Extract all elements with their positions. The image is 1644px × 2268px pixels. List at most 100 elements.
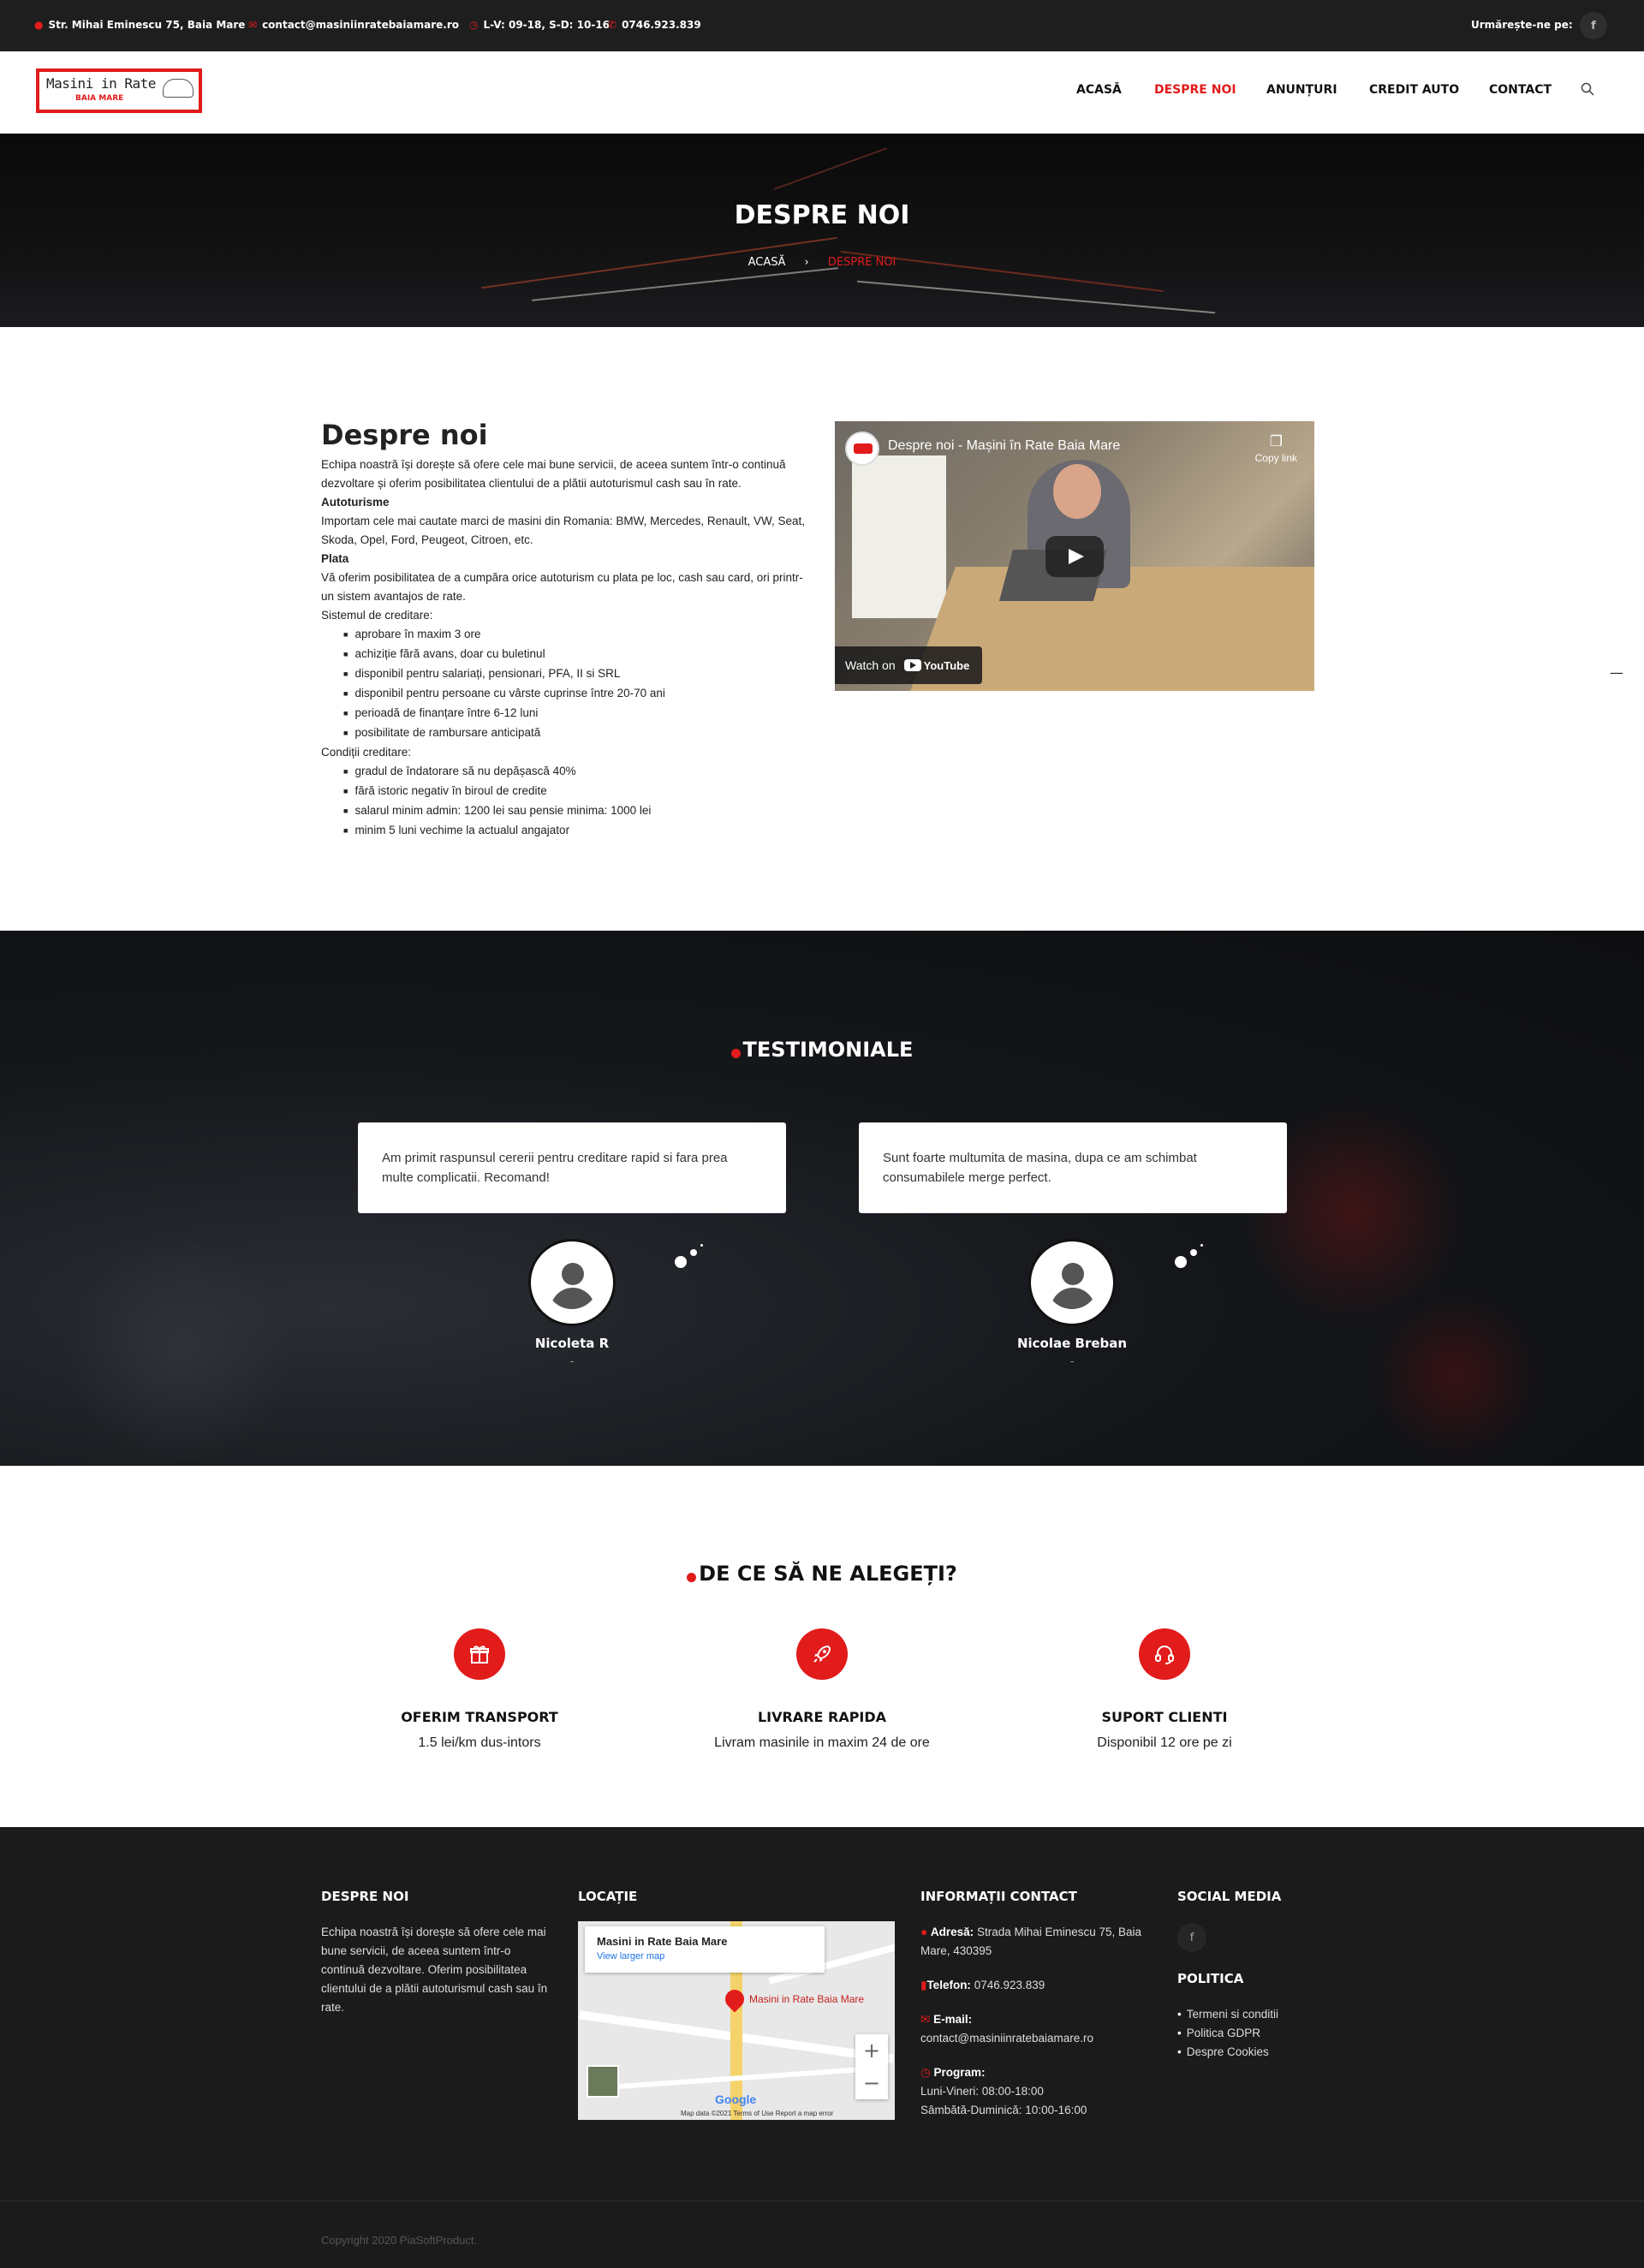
search-icon[interactable] [1581,82,1594,96]
envelope-icon: ✉ [920,2013,934,2026]
location-pin-icon: ● [920,1926,931,1938]
testimonial-name: Nicolae Breban [1016,1336,1128,1351]
credit-system-list: aprobare în maxim 3 ore achiziție fără a… [321,625,813,743]
footer-contact-title: INFORMAȚII CONTACT [920,1889,1077,1904]
video-title[interactable]: Despre noi - Mașini în Rate Baia Mare [888,438,1120,454]
feature-title: OFERIM TRANSPORT [401,1709,558,1725]
feature-text: 1.5 lei/km dus-intors [418,1735,541,1750]
credit-conditions-title: Condiții creditare: [321,746,412,759]
watch-on-youtube-button[interactable]: Watch on YouTube [835,646,982,684]
envelope-icon: ✉ [248,19,258,31]
policy-link[interactable]: Despre Cookies [1177,2043,1349,2062]
topbar-email-text[interactable]: contact@masiniinratebaiamare.ro [262,19,459,31]
topbar-address-text: Str. Mihai Eminescu 75, Baia Mare [48,19,246,31]
program-label: Program: [933,2066,986,2079]
copyright: Copyright 2020 PiaSoftProduct. [321,2234,478,2247]
rocket-icon [796,1628,848,1680]
topbar-phone-text[interactable]: 0746.923.839 [622,19,701,31]
footer-contact: INFORMAȚII CONTACT ● Adresă: Strada Miha… [920,1889,1143,2120]
topbar-email[interactable]: ✉ contact@masiniinratebaiamare.ro [248,19,459,31]
breadcrumb-home[interactable]: ACASĂ [748,256,786,269]
testimonial-card: Am primit raspunsul cererii pentru credi… [358,1122,786,1213]
site-logo[interactable]: Masini in Rate BAIA MARE [36,68,202,113]
footer-divider [0,2200,1644,2201]
why-us-section: DE CE SĂ NE ALEGEȚI? OFERIM TRANSPORT 1.… [0,1466,1644,1827]
header: Masini in Rate BAIA MARE ACASĂ DESPRE NO… [0,51,1644,134]
nav-credit-auto[interactable]: CREDIT AUTO [1369,83,1459,97]
car-icon [163,79,194,98]
nav-contact[interactable]: CONTACT [1489,83,1552,97]
view-larger-map-link[interactable]: View larger map [597,1951,813,1961]
list-item: fără istoric negativ în biroul de credit… [343,782,813,801]
feature-card: LIVRARE RAPIDA Livram masinile in maxim … [668,1628,976,1751]
chevron-right-icon: › [804,256,809,269]
breadcrumb: ACASĂ › DESPRE NOI [0,256,1644,269]
facebook-icon[interactable]: f [1580,12,1607,39]
topbar-address: ● Str. Mihai Eminescu 75, Baia Mare [34,19,245,31]
google-logo: Google [715,2092,757,2106]
map-place-name: Masini in Rate Baia Mare [597,1935,728,1948]
zoom-out-button[interactable]: − [855,2067,888,2099]
side-panel-toggle[interactable]: — [1606,664,1627,682]
feature-text: Livram masinile in maxim 24 de ore [714,1735,930,1750]
channel-avatar[interactable] [845,432,879,466]
about-heading: Despre noi [321,419,488,451]
footer-about-title: DESPRE NOI [321,1889,409,1904]
policy-link[interactable]: Politica GDPR [1177,2024,1349,2043]
satellite-toggle[interactable] [587,2065,619,2098]
user-icon [545,1256,599,1309]
zoom-in-button[interactable]: + [855,2034,888,2067]
topbar-hours-text: L-V: 09-18, S-D: 10-16 [483,19,611,31]
credit-system-title: Sistemul de creditare: [321,609,433,622]
testimonials-section: TESTIMONIALE Am primit raspunsul cererii… [0,931,1644,1466]
page-hero: DESPRE NOI ACASĂ › DESPRE NOI [0,134,1644,327]
policy-link[interactable]: Termeni si conditii [1177,2005,1349,2024]
top-bar: ● Str. Mihai Eminescu 75, Baia Mare ✉ co… [0,0,1644,51]
map-zoom-controls: + − [855,2034,888,2099]
testimonials-title: TESTIMONIALE [0,1038,1644,1062]
footer-phone: ▮Telefon: 0746.923.839 [920,1976,1143,1995]
about-section: Despre noi Echipa noastră își dorește să… [321,418,813,841]
youtube-icon [903,659,921,671]
follow-label: Urmărește-ne pe: [1471,19,1573,31]
phone-label: Telefon: [926,1979,971,1991]
topbar-phone[interactable]: ✆ 0746.923.839 [608,19,701,31]
nav-acasa[interactable]: ACASĂ [1076,83,1122,97]
address-label: Adresă: [930,1926,974,1938]
footer: DESPRE NOI Echipa noastră își dorește să… [0,1827,1644,2268]
program-weekend: Sâmbătă-Duminică: 10:00-16:00 [920,2104,1087,2116]
map-attribution[interactable]: Map data ©2021 Terms of Use Report a map… [681,2110,833,2117]
map-pin-icon[interactable] [721,1985,748,2013]
footer-about-text: Echipa noastră își dorește să ofere cele… [321,1926,548,2014]
feature-text: Disponibil 12 ore pe zi [1097,1735,1232,1750]
about-intro: Echipa noastră își dorește să ofere cele… [321,458,786,490]
testimonial-role: - [1069,1355,1075,1367]
feature-title: LIVRARE RAPIDA [757,1709,887,1725]
cars-text: Importam cele mai cautate marci de masin… [321,515,805,546]
clock-icon: ◷ [920,2066,934,2079]
email-value[interactable]: contact@masiniinratebaiamare.ro [920,2032,1093,2045]
play-button[interactable] [1045,536,1104,577]
headset-icon [1139,1628,1190,1680]
facebook-icon[interactable]: f [1177,1923,1206,1952]
pay-title: Plata [321,552,349,565]
feature-card: OFERIM TRANSPORT 1.5 lei/km dus-intors [325,1628,634,1751]
phone-value[interactable]: 0746.923.839 [974,1979,1045,1991]
list-item: salarul minim admin: 1200 lei sau pensie… [343,801,813,821]
testimonial-text: Sunt foarte multumita de masina, dupa ce… [883,1151,1197,1185]
map-pin-label[interactable]: Masini in Rate Baia Mare [749,1993,864,2005]
testimonial-card: Sunt foarte multumita de masina, dupa ce… [859,1122,1287,1213]
testimonials-title-text: TESTIMONIALE [742,1038,914,1062]
avatar [1028,1239,1116,1326]
nav-anunturi[interactable]: ANUNȚURI [1266,83,1337,97]
footer-email: ✉ E-mail: contact@masiniinratebaiamare.ro [920,2010,1143,2048]
footer-location-title: LOCAȚIE [578,1889,638,1904]
google-map[interactable]: Masini in Rate Baia Mare View larger map… [578,1921,895,2120]
nav-despre-noi[interactable]: DESPRE NOI [1154,83,1236,97]
list-item: minim 5 luni vechime la actualul angajat… [343,821,813,841]
copy-link-button[interactable]: ❐ Copy link [1255,433,1297,464]
youtube-video-embed[interactable]: Despre noi - Mașini în Rate Baia Mare ❐ … [835,421,1314,691]
youtube-label: YouTube [923,658,970,672]
footer-address: ● Adresă: Strada Mihai Eminescu 75, Baia… [920,1923,1143,1961]
footer-about: DESPRE NOI Echipa noastră își dorește să… [321,1889,552,2017]
